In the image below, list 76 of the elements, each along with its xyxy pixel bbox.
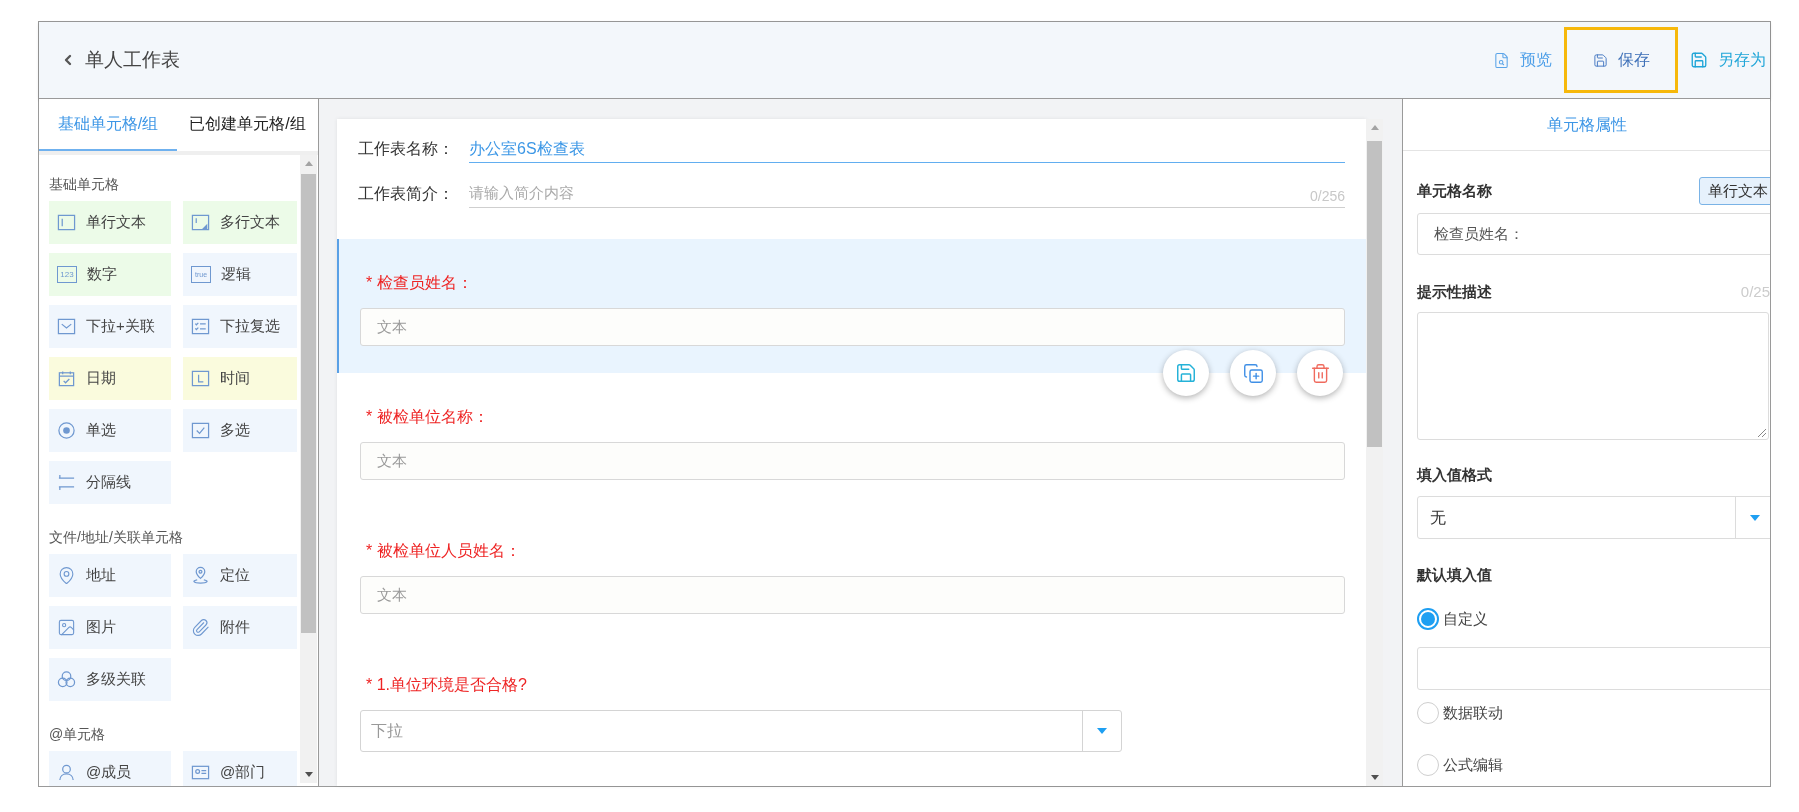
cell-type-tag: 单行文本 xyxy=(1699,177,1770,205)
paperclip-icon xyxy=(191,618,210,637)
checkbox-icon xyxy=(191,421,210,440)
cell-type-item[interactable]: 下拉复选 xyxy=(183,305,297,348)
cell-type-item[interactable]: 多选 xyxy=(183,409,297,452)
field-block[interactable]: * 被检单位名称： 文本 xyxy=(337,373,1366,507)
scrollbar[interactable] xyxy=(1366,119,1383,786)
radio-option[interactable]: 数据联动 xyxy=(1417,702,1503,724)
radio-option[interactable]: 公式编辑 xyxy=(1417,754,1503,776)
field-label: 工作表名称： xyxy=(358,139,455,159)
cell-type-item[interactable]: @成员 xyxy=(49,751,171,786)
cell-type-item[interactable]: 时间 xyxy=(183,357,297,400)
radio-option[interactable]: 自定义 xyxy=(1417,608,1488,630)
field-label: 工作表简介： xyxy=(358,184,455,204)
checklist-icon xyxy=(191,317,210,336)
dropdown-arrow-icon xyxy=(1750,514,1760,521)
copy-plus-icon xyxy=(1242,362,1264,384)
location-pin-icon xyxy=(191,566,210,585)
map-pin-icon xyxy=(57,566,76,585)
radio-icon xyxy=(57,421,76,440)
scrollbar-thumb[interactable] xyxy=(301,174,316,633)
scroll-up-icon xyxy=(1370,125,1379,130)
trash-icon xyxy=(1309,362,1331,384)
cell-type-item[interactable]: 日期 xyxy=(49,357,171,400)
cell-type-item[interactable]: 附件 xyxy=(183,606,297,649)
scroll-down-icon xyxy=(304,772,313,777)
id-card-icon xyxy=(191,763,210,782)
custom-value-input[interactable] xyxy=(1417,647,1770,690)
property-label: 填入值格式 xyxy=(1417,465,1493,485)
calendar-icon xyxy=(57,369,76,388)
cell-type-item[interactable]: @部门 xyxy=(183,751,297,786)
image-icon xyxy=(57,618,76,637)
scrollbar-thumb[interactable] xyxy=(1367,141,1382,447)
resize-handle-icon xyxy=(1758,429,1766,437)
scroll-down-icon xyxy=(1370,775,1379,780)
field-block[interactable]: * 1.单位环境是否合格? 下拉 xyxy=(337,641,1366,775)
dropdown-icon xyxy=(57,317,76,336)
linked-circles-icon xyxy=(57,670,76,689)
section-title: 文件/地址/关联单元格 xyxy=(49,527,184,547)
panel-title: 单元格属性 xyxy=(1403,99,1770,151)
field-block[interactable]: * 被检单位人员姓名： 文本 xyxy=(337,507,1366,641)
cell-name-input[interactable]: 检查员姓名： xyxy=(1417,213,1770,255)
field-label: * 1.单位环境是否合格? xyxy=(366,675,528,695)
person-icon xyxy=(57,763,76,782)
field-label: * 被检单位名称： xyxy=(366,407,490,427)
clock-icon xyxy=(191,369,210,388)
cell-type-item[interactable]: 单行文本 xyxy=(49,201,171,244)
cell-type-item[interactable]: 地址 xyxy=(49,554,171,597)
property-label: 默认填入值 xyxy=(1417,565,1493,585)
cell-type-item[interactable]: 下拉+关联 xyxy=(49,305,171,348)
divider-icon xyxy=(57,473,76,492)
dropdown-arrow-icon xyxy=(1097,728,1107,734)
property-label: 提示性描述 xyxy=(1417,281,1492,302)
format-select[interactable]: 无 xyxy=(1417,496,1770,539)
section-title: 基础单元格 xyxy=(49,174,120,194)
scroll-up-icon xyxy=(304,161,313,166)
cell-type-item[interactable]: 多级关联 xyxy=(49,658,171,701)
selected-field-block[interactable]: * 检查员姓名： 文本 xyxy=(337,239,1366,373)
save-button[interactable]: 保存 xyxy=(1564,27,1678,93)
cell-type-item[interactable]: 单选 xyxy=(49,409,171,452)
cell-type-item[interactable]: 图片 xyxy=(49,606,171,649)
property-label: 单元格名称 xyxy=(1417,180,1492,201)
section-title: @单元格 xyxy=(49,724,107,744)
cell-type-item[interactable]: 123 数字 xyxy=(49,253,171,296)
back-button[interactable]: 单人工作表 xyxy=(60,45,180,75)
document-search-icon xyxy=(1493,51,1510,69)
description-textarea[interactable] xyxy=(1417,312,1769,440)
text-area-icon xyxy=(191,213,210,232)
scrollbar[interactable] xyxy=(300,155,317,783)
field-label: * 被检单位人员姓名： xyxy=(366,541,522,561)
field-label: * 检查员姓名： xyxy=(366,273,474,293)
cell-type-item[interactable]: 定位 xyxy=(183,554,297,597)
number-icon: 123 xyxy=(57,266,77,283)
cell-type-item[interactable]: 分隔线 xyxy=(49,461,171,504)
cell-type-item[interactable]: 多行文本 xyxy=(183,201,297,244)
panel-tab[interactable]: 已创建单元格/组 xyxy=(177,99,318,151)
